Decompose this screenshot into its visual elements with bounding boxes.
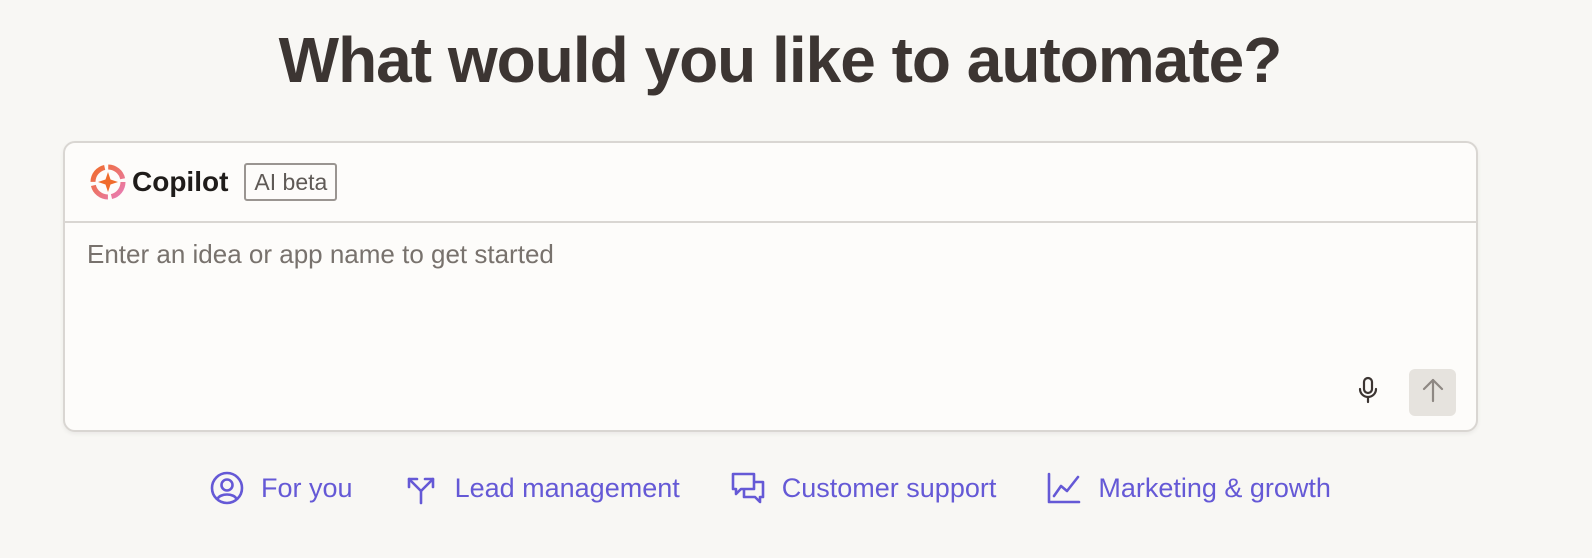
chat-bubbles-icon	[730, 470, 766, 506]
category-for-you[interactable]: For you	[209, 470, 353, 506]
copilot-sparkle-icon	[90, 164, 126, 200]
arrow-up-icon	[1421, 377, 1445, 408]
copilot-prompt-card: Copilot AI beta	[63, 141, 1478, 432]
category-customer-support[interactable]: Customer support	[730, 470, 997, 506]
category-label: Lead management	[454, 472, 680, 503]
category-label: For you	[261, 472, 353, 503]
line-chart-icon	[1046, 470, 1082, 506]
copilot-header: Copilot AI beta	[65, 143, 1476, 223]
send-button[interactable]	[1409, 369, 1456, 416]
category-lead-management[interactable]: Lead management	[403, 470, 680, 506]
user-circle-icon	[209, 470, 245, 506]
copilot-name: Copilot	[132, 166, 229, 197]
category-list: For you Lead management Customer support	[0, 470, 1540, 506]
ai-beta-badge: AI beta	[244, 163, 338, 201]
microphone-button[interactable]	[1350, 372, 1386, 412]
split-arrows-icon	[403, 470, 439, 506]
category-label: Marketing & growth	[1098, 472, 1331, 503]
category-label: Customer support	[781, 472, 997, 503]
microphone-icon	[1356, 376, 1380, 409]
category-marketing-growth[interactable]: Marketing & growth	[1046, 470, 1331, 506]
prompt-input[interactable]	[87, 239, 1447, 359]
page-title: What would you like to automate?	[278, 24, 1283, 96]
